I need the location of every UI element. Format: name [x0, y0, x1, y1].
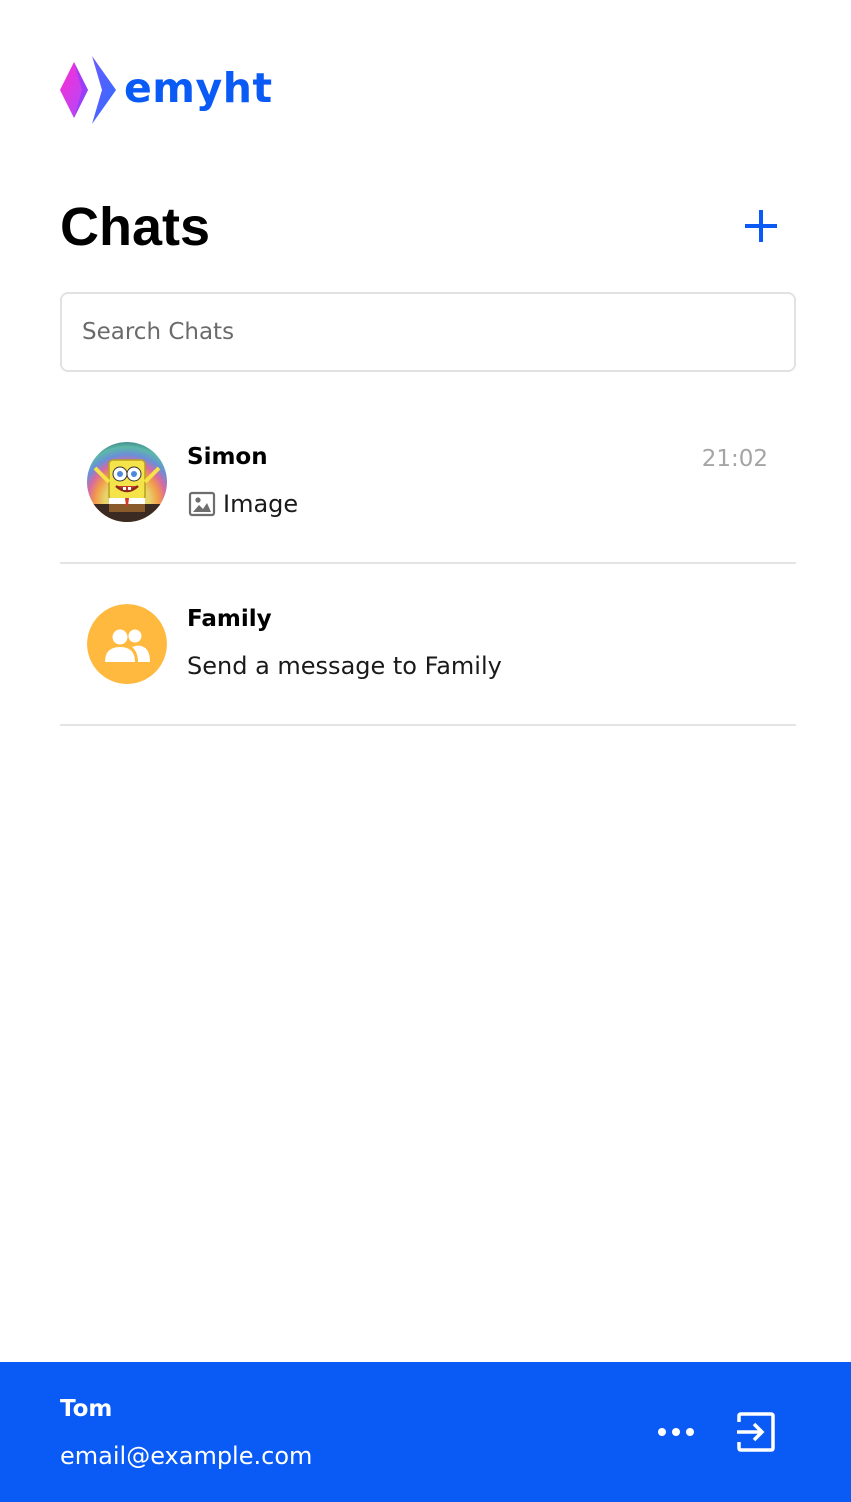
- emyht-logo-icon: [60, 56, 116, 124]
- chat-timestamp: 21:02: [701, 446, 768, 472]
- search-box: [60, 292, 796, 372]
- user-name: Tom: [60, 1396, 113, 1422]
- chat-list: Simon 21:02 Image Family Send a message …: [60, 402, 796, 726]
- more-options-button[interactable]: [656, 1420, 696, 1444]
- chat-preview: Image: [187, 490, 298, 518]
- chat-name: Family: [187, 606, 272, 632]
- plus-icon: [745, 210, 777, 242]
- group-avatar: [87, 604, 167, 684]
- chat-preview-text: Send a message to Family: [187, 652, 502, 680]
- chat-preview: Send a message to Family: [187, 652, 502, 680]
- chat-item-family[interactable]: Family Send a message to Family: [60, 564, 796, 726]
- user-footer: Tom email@example.com: [0, 1362, 851, 1502]
- chat-name: Simon: [187, 444, 268, 470]
- spongebob-avatar: [87, 442, 167, 522]
- page-title: Chats: [60, 197, 211, 257]
- search-input[interactable]: [62, 294, 794, 370]
- more-horizontal-icon: [658, 1428, 694, 1436]
- logout-icon: [737, 1412, 775, 1452]
- image-icon: [188, 491, 216, 517]
- brand-name: emyht: [124, 63, 273, 112]
- chats-header: Chats: [60, 196, 796, 260]
- chat-item-simon[interactable]: Simon 21:02 Image: [60, 402, 796, 564]
- app-logo: emyht: [60, 56, 273, 124]
- chat-preview-text: Image: [223, 490, 299, 518]
- group-icon: [87, 604, 167, 684]
- logout-button[interactable]: [734, 1410, 778, 1454]
- new-chat-button[interactable]: [743, 208, 779, 244]
- user-email: email@example.com: [60, 1442, 313, 1470]
